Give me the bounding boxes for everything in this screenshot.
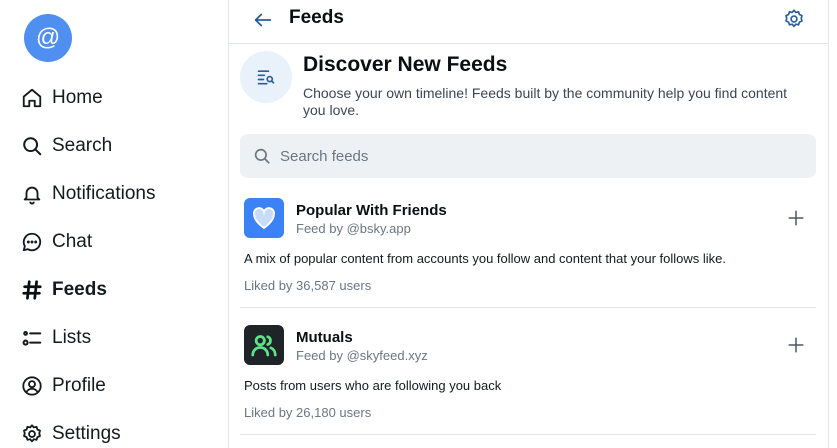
page-title: Feeds <box>289 7 344 28</box>
sidebar-item-label: Settings <box>52 423 121 444</box>
sidebar-item-chat[interactable]: Chat <box>21 224 92 260</box>
sidebar-item-feeds[interactable]: Feeds <box>21 272 107 308</box>
heart-icon <box>244 198 284 238</box>
avatar-glyph: @ <box>35 24 61 51</box>
gear-icon <box>21 423 43 445</box>
back-button[interactable] <box>250 7 276 33</box>
feeds-settings-button[interactable] <box>782 7 806 31</box>
divider <box>828 0 829 448</box>
profile-icon <box>21 375 43 397</box>
chat-icon <box>21 231 43 253</box>
header: Feeds <box>229 0 828 44</box>
feed-name: Popular With Friends <box>296 202 447 219</box>
plus-icon <box>788 337 804 353</box>
bell-icon <box>21 183 43 205</box>
sidebar: @ Home Search Notifications Chat Feeds L… <box>0 0 228 448</box>
search-box[interactable] <box>240 134 816 178</box>
feed-name: Mutuals <box>296 329 353 346</box>
gear-icon <box>785 9 803 28</box>
mutuals-icon <box>244 325 284 365</box>
discover-feeds-icon <box>240 51 292 103</box>
search-feeds-input[interactable] <box>280 147 780 165</box>
sidebar-item-label: Notifications <box>52 183 156 204</box>
sidebar-item-home[interactable]: Home <box>21 80 103 116</box>
feed-description: A mix of popular content from accounts y… <box>244 251 726 266</box>
sidebar-item-label: Profile <box>52 375 106 396</box>
feed-author: Feed by @skyfeed.xyz <box>296 348 428 363</box>
add-feed-button[interactable] <box>784 333 808 357</box>
hash-icon <box>21 279 43 301</box>
discover-description: Choose your own timeline! Feeds built by… <box>303 85 788 118</box>
sidebar-item-label: Feeds <box>52 279 107 300</box>
sidebar-item-notifications[interactable]: Notifications <box>21 176 156 212</box>
divider <box>240 434 816 435</box>
feed-author: Feed by @bsky.app <box>296 221 411 236</box>
plus-icon <box>788 210 804 226</box>
home-icon <box>21 87 43 109</box>
list-icon <box>21 327 43 349</box>
discover-title: Discover New Feeds <box>303 53 508 76</box>
main-column: Feeds Discover New Feeds Choose your own… <box>229 0 828 448</box>
sidebar-item-label: Chat <box>52 231 93 252</box>
feed-likes: Liked by 36,587 users <box>244 278 372 293</box>
avatar[interactable]: @ <box>24 14 72 62</box>
add-feed-button[interactable] <box>784 206 808 230</box>
sidebar-item-settings[interactable]: Settings <box>21 416 121 448</box>
feed-likes: Liked by 26,180 users <box>244 405 372 420</box>
sidebar-item-profile[interactable]: Profile <box>21 368 106 404</box>
sidebar-item-label: Home <box>52 87 103 108</box>
feed-description: Posts from users who are following you b… <box>244 378 502 393</box>
divider <box>240 307 816 308</box>
sidebar-item-lists[interactable]: Lists <box>21 320 91 356</box>
search-icon <box>254 148 270 164</box>
sidebar-item-search[interactable]: Search <box>21 128 112 164</box>
sidebar-item-label: Search <box>52 135 113 156</box>
back-arrow-icon <box>254 13 272 27</box>
sidebar-item-label: Lists <box>52 327 92 348</box>
search-icon <box>21 135 43 157</box>
